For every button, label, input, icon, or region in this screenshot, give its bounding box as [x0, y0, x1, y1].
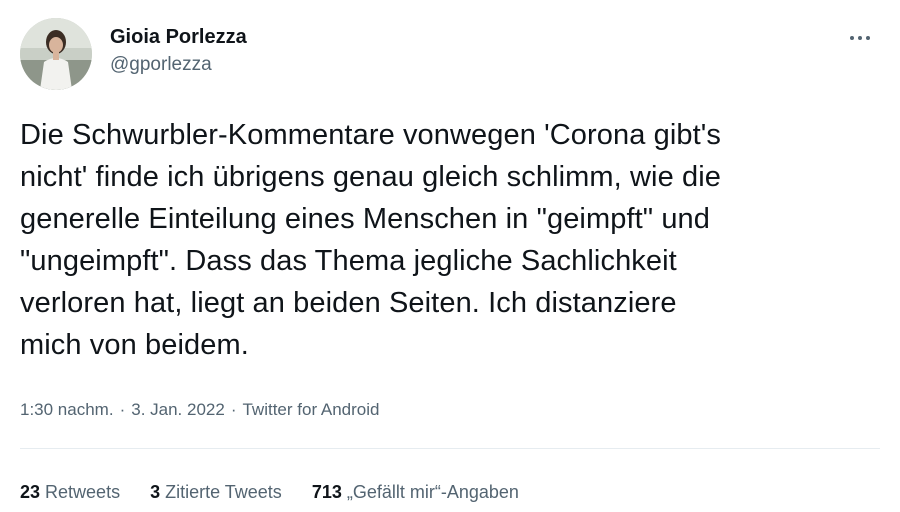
more-options-button[interactable] — [840, 28, 880, 48]
likes-label: „Gefällt mir“-Angaben — [346, 482, 519, 502]
user-handle[interactable]: @gporlezza — [110, 52, 247, 78]
tweet-time[interactable]: 1:30 nachm. — [20, 398, 114, 422]
tweet-stats: 23 Retweets 3 Zitierte Tweets 713 „Gefäl… — [20, 480, 549, 504]
user-names: Gioia Porlezza @gporlezza — [110, 24, 247, 78]
quote-tweets-count: 3 — [150, 482, 161, 502]
meta-separator: · — [119, 400, 126, 419]
profile-photo-icon — [20, 18, 92, 90]
divider — [20, 448, 880, 449]
tweet-date[interactable]: 3. Jan. 2022 — [131, 398, 225, 422]
likes-stat[interactable]: 713 „Gefällt mir“-Angaben — [312, 480, 519, 504]
tweet-card: Gioia Porlezza @gporlezza Die Schwurbler… — [0, 0, 900, 512]
display-name[interactable]: Gioia Porlezza — [110, 24, 247, 50]
tweet-text: Die Schwurbler-Kommentare vonwegen 'Coro… — [20, 119, 722, 361]
meta-separator: · — [230, 400, 237, 419]
tweet-meta: 1:30 nachm. · 3. Jan. 2022 · Twitter for… — [20, 398, 380, 422]
retweets-stat[interactable]: 23 Retweets — [20, 480, 120, 504]
likes-count: 713 — [311, 482, 342, 502]
retweets-label: Retweets — [45, 482, 121, 502]
more-horizontal-icon-dot — [866, 36, 870, 40]
more-horizontal-icon-dot — [858, 36, 862, 40]
retweets-count: 23 — [20, 482, 41, 502]
quote-tweets-stat[interactable]: 3 Zitierte Tweets — [150, 480, 282, 504]
tweet-header: Gioia Porlezza @gporlezza — [20, 18, 880, 92]
quote-tweets-label: Zitierte Tweets — [165, 482, 282, 502]
more-horizontal-icon — [850, 36, 854, 40]
tweet-source-link[interactable]: Twitter for Android — [242, 398, 379, 422]
avatar[interactable] — [20, 18, 92, 90]
